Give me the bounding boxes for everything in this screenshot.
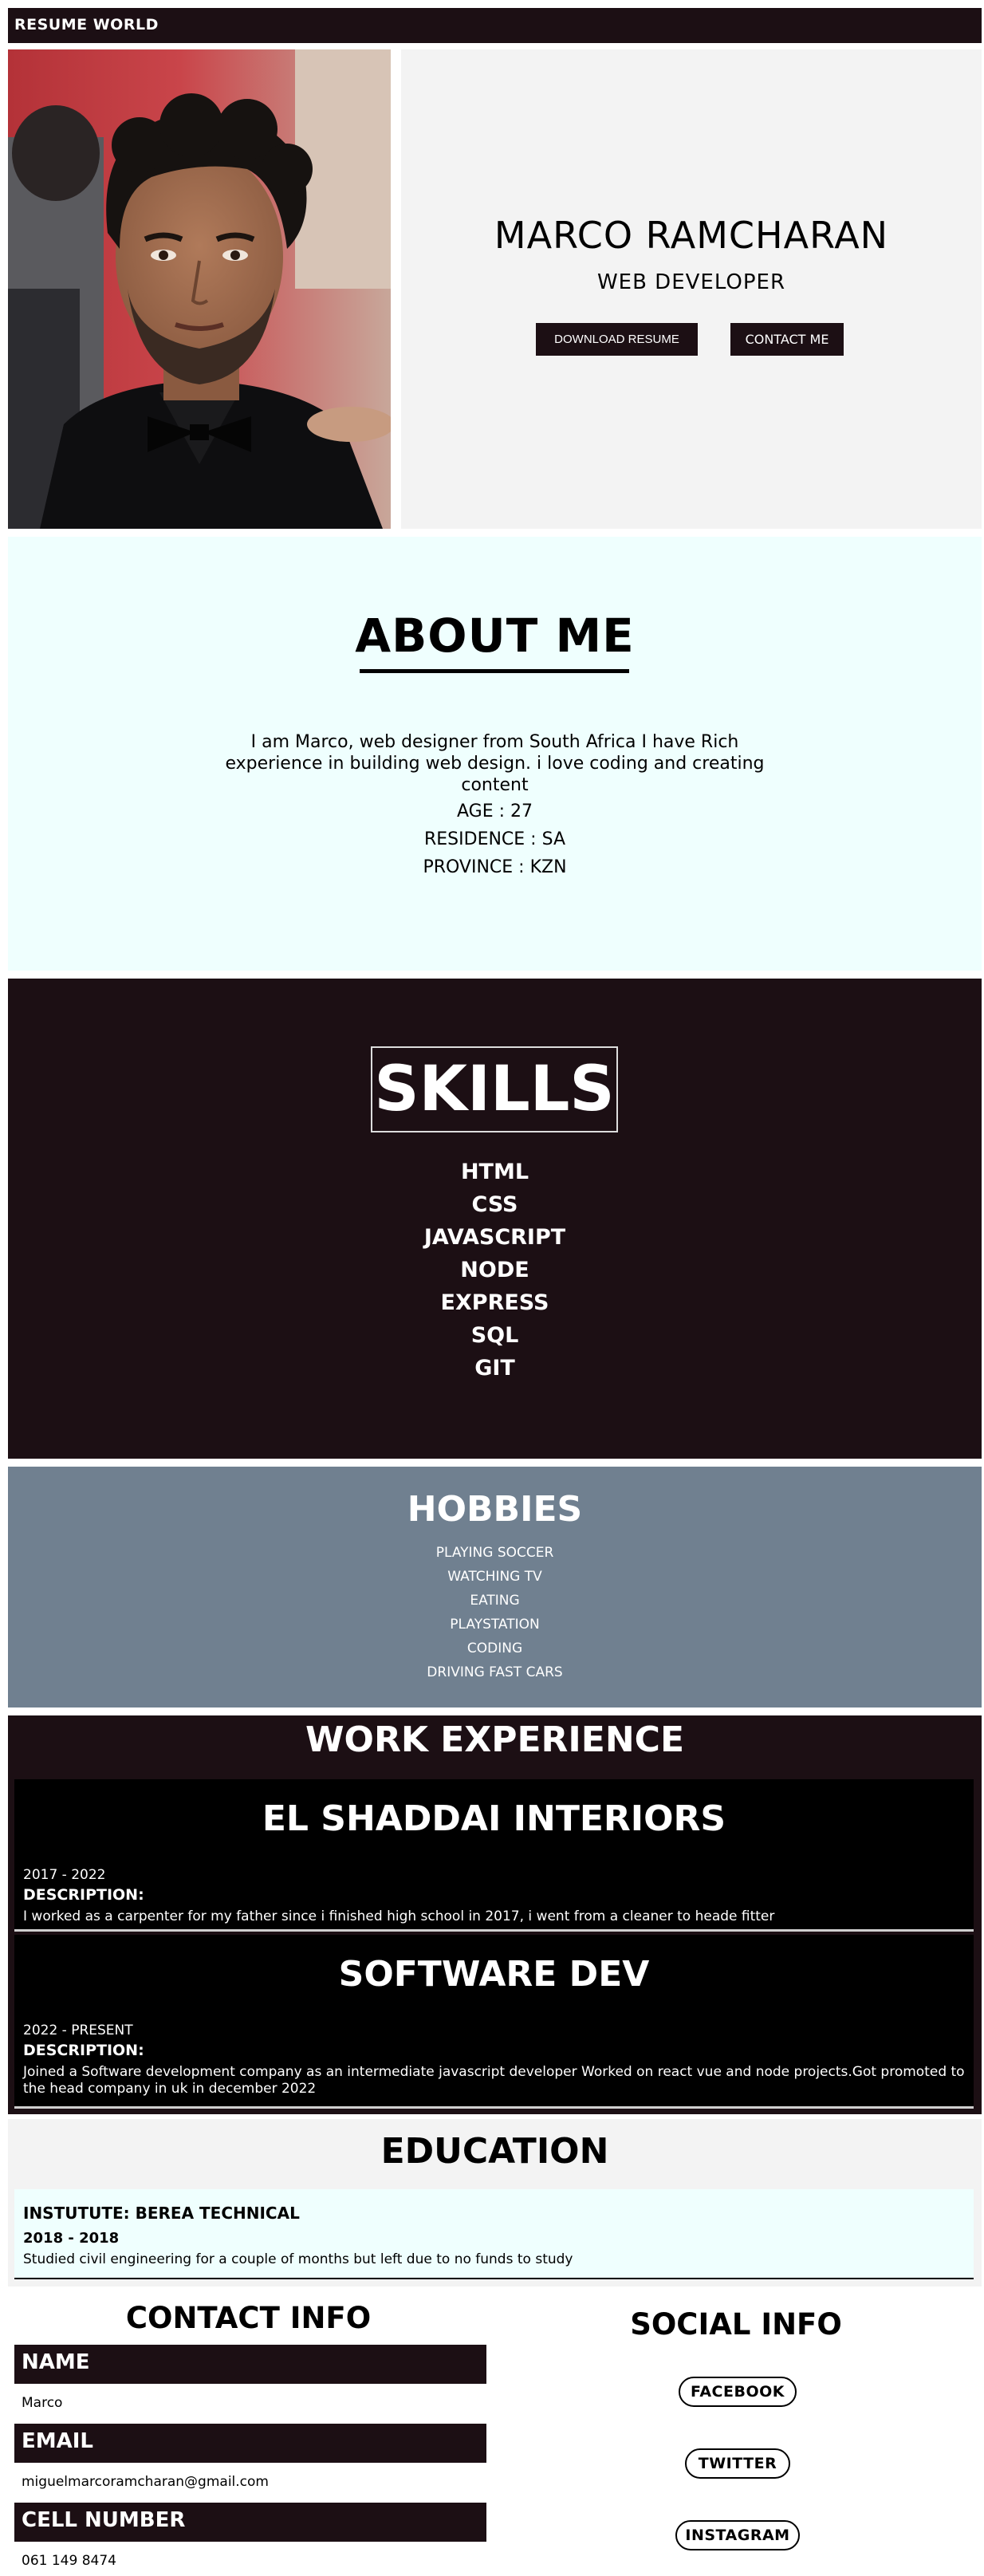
job-divider (14, 1929, 974, 1932)
contact-name-value: Marco (22, 2395, 63, 2411)
skills-section: SKILLS HTML CSS JAVASCRIPT NODE EXPRESS … (8, 979, 982, 1459)
skills-heading: SKILLS (374, 1054, 615, 1125)
instagram-button[interactable]: INSTAGRAM (675, 2520, 800, 2550)
hobby-item: EATING (470, 1593, 520, 1609)
about-heading: ABOUT ME (355, 609, 635, 663)
skill-item: EXPRESS (440, 1290, 549, 1315)
contact-email-label: EMAIL (14, 2424, 486, 2463)
contact-email-value[interactable]: miguelmarcoramcharan@gmail.com (22, 2474, 269, 2490)
job-divider (14, 2106, 974, 2109)
hero-panel: MARCO RAMCHARAN WEB DEVELOPER DOWNLOAD R… (401, 49, 982, 529)
hero-job-title: WEB DEVELOPER (596, 270, 786, 294)
about-province: PROVINCE : KZN (423, 857, 567, 877)
contact-me-button[interactable]: CONTACT ME (730, 323, 844, 356)
download-resume-button[interactable]: DOWNLOAD RESUME (536, 323, 698, 356)
hobby-item: PLAYING SOCCER (435, 1545, 554, 1561)
job-company: SOFTWARE DEV (338, 1954, 650, 1995)
skill-item: GIT (474, 1356, 515, 1381)
job-company: EL SHADDAI INTERIORS (262, 1798, 726, 1839)
job-description-label: DESCRIPTION: (23, 2042, 144, 2059)
brand-title[interactable]: RESUME WORLD (14, 16, 159, 33)
contact-name-label: NAME (14, 2345, 486, 2384)
skill-item: CSS (471, 1192, 518, 1217)
hobbies-section: HOBBIES PLAYING SOCCER WATCHING TV EATIN… (8, 1467, 982, 1707)
education-period: 2018 - 2018 (23, 2230, 120, 2247)
profile-photo (8, 49, 391, 529)
hobby-item: DRIVING FAST CARS (427, 1664, 563, 1680)
education-school: INSTUTUTE: BEREA TECHNICAL (23, 2204, 300, 2223)
skill-item: JAVASCRIPT (423, 1225, 566, 1250)
job-description-label: DESCRIPTION: (23, 1886, 144, 1904)
education-section: EDUCATION INSTUTUTE: BEREA TECHNICAL 201… (8, 2119, 982, 2286)
education-description: Studied civil engineering for a couple o… (23, 2251, 573, 2267)
hobby-item: WATCHING TV (447, 1569, 542, 1585)
work-experience-section: WORK EXPERIENCE EL SHADDAI INTERIORS 201… (8, 1715, 982, 2114)
education-heading: EDUCATION (380, 2131, 609, 2172)
job-period: 2022 - PRESENT (23, 2023, 133, 2038)
skills-heading-box: SKILLS (371, 1046, 618, 1132)
contact-cell-value: 061 149 8474 (22, 2553, 116, 2569)
top-bar: RESUME WORLD (8, 8, 982, 43)
skill-item: HTML (460, 1160, 529, 1184)
hobby-item: CODING (466, 1641, 523, 1656)
job-card: SOFTWARE DEV 2022 - PRESENT DESCRIPTION:… (14, 1935, 974, 2107)
education-card: INSTUTUTE: BEREA TECHNICAL 2018 - 2018 S… (14, 2189, 974, 2279)
hobbies-heading: HOBBIES (407, 1489, 583, 1530)
job-card: EL SHADDAI INTERIORS 2017 - 2022 DESCRIP… (14, 1779, 974, 1931)
twitter-button[interactable]: TWITTER (685, 2448, 790, 2479)
hero-name: MARCO RAMCHARAN (494, 214, 889, 257)
contact-cell-label: CELL NUMBER (14, 2503, 486, 2542)
contact-heading: CONTACT INFO (125, 2301, 372, 2335)
about-age: AGE : 27 (456, 802, 533, 821)
about-description: I am Marco, web designer from South Afri… (225, 732, 765, 795)
about-heading-underline (360, 669, 629, 673)
skill-item: NODE (460, 1258, 529, 1282)
job-period: 2017 - 2022 (23, 1867, 106, 1883)
facebook-button[interactable]: FACEBOOK (679, 2377, 797, 2407)
job-description: I worked as a carpenter for my father si… (23, 1908, 775, 1924)
skill-item: SQL (470, 1323, 519, 1348)
hobby-item: PLAYSTATION (450, 1617, 540, 1633)
work-heading: WORK EXPERIENCE (305, 1719, 684, 1760)
job-description: Joined a Software development company as… (23, 2064, 965, 2097)
social-heading: SOCIAL INFO (630, 2307, 842, 2342)
about-section: ABOUT ME I am Marco, web designer from S… (8, 537, 982, 971)
about-residence: RESIDENCE : SA (423, 829, 566, 849)
